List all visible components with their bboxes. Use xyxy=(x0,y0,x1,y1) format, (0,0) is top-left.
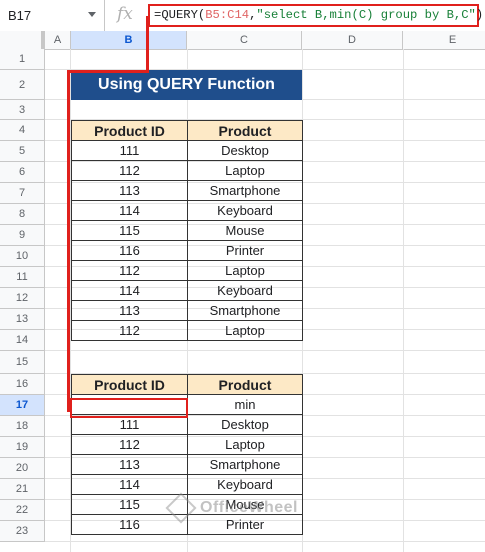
formula-range: B5:C14 xyxy=(205,8,250,22)
cell-product[interactable]: Keyboard xyxy=(187,474,303,495)
cell-product[interactable]: Smartphone xyxy=(187,454,303,475)
cell-product-id[interactable]: 112 xyxy=(71,260,188,281)
table-row: 112 Laptop xyxy=(71,320,303,341)
row-header-22[interactable]: 22 xyxy=(0,500,45,521)
cell-product-id[interactable]: 114 xyxy=(71,474,188,495)
table-row: 112 Laptop xyxy=(71,260,303,281)
grid-line xyxy=(45,541,485,542)
column-header-b[interactable]: B xyxy=(71,31,187,49)
cell-product-id[interactable]: 113 xyxy=(71,300,188,321)
cell-product-id[interactable]: 112 xyxy=(71,160,188,181)
name-box-value: B17 xyxy=(8,8,32,23)
column-header-c[interactable]: C xyxy=(187,31,302,49)
select-all-corner[interactable] xyxy=(0,31,45,49)
column-header-d[interactable]: D xyxy=(302,31,403,49)
cell-product[interactable]: Mouse xyxy=(187,220,303,241)
formula-suffix: ) xyxy=(475,8,484,22)
cell-product[interactable]: Laptop xyxy=(187,434,303,455)
table-header-product[interactable]: Product xyxy=(187,374,303,395)
cell-product-id[interactable]: 111 xyxy=(71,140,188,161)
cell-product-id[interactable]: 114 xyxy=(71,280,188,301)
cell-product[interactable]: Keyboard xyxy=(187,280,303,301)
annotation-arrow-line xyxy=(146,16,149,73)
officewheel-logo-icon xyxy=(165,492,197,524)
row-header-10[interactable]: 10 xyxy=(0,246,45,267)
cell-product[interactable]: min xyxy=(187,394,303,415)
row-header-1[interactable]: 1 xyxy=(0,49,45,70)
table-row: 113 Smartphone xyxy=(71,300,303,321)
formula-bar: B17 fx =QUERY(B5:C14,"select B,min(C) gr… xyxy=(0,0,485,32)
chevron-down-icon[interactable] xyxy=(88,12,96,17)
watermark: OfficeWheel xyxy=(165,492,298,524)
table-row: 112 Laptop xyxy=(71,434,303,455)
row-header-17[interactable]: 17 xyxy=(0,395,45,416)
table-row: 114 Keyboard xyxy=(71,200,303,221)
row-header-6[interactable]: 6 xyxy=(0,162,45,183)
grid-line xyxy=(45,350,485,351)
column-header-a[interactable]: A xyxy=(45,31,71,49)
table-row: 114 Keyboard xyxy=(71,474,303,495)
cell-product-id[interactable]: 113 xyxy=(71,454,188,475)
row-header-7[interactable]: 7 xyxy=(0,183,45,204)
row-header-5[interactable]: 5 xyxy=(0,141,45,162)
page-title: Using QUERY Function xyxy=(71,70,302,100)
row-header-2[interactable]: 2 xyxy=(0,70,45,100)
cell-product-id[interactable]: 114 xyxy=(71,200,188,221)
annotation-arrow-line xyxy=(67,70,70,412)
row-header-11[interactable]: 11 xyxy=(0,267,45,288)
formula-text: =QUERY(B5:C14,"select B,min(C) group by … xyxy=(154,8,483,22)
row-header-18[interactable]: 18 xyxy=(0,416,45,437)
row-header-9[interactable]: 9 xyxy=(0,225,45,246)
name-box[interactable]: B17 xyxy=(0,0,105,31)
formula-string: "select B,min(C) group by B,C" xyxy=(256,8,476,22)
column-header-e[interactable]: E xyxy=(403,31,485,49)
table-row: 113 Smartphone xyxy=(71,180,303,201)
cell-product-id[interactable]: 112 xyxy=(71,320,188,341)
cell-product[interactable]: Smartphone xyxy=(187,180,303,201)
source-table: Product ID Product 111 Desktop 112 Laptop 11… xyxy=(71,120,303,341)
row-header-15[interactable]: 15 xyxy=(0,351,45,374)
table-row: 114 Keyboard xyxy=(71,280,303,301)
selected-cell-b17[interactable] xyxy=(70,398,188,418)
formula-input[interactable]: =QUERY(B5:C14,"select B,min(C) group by … xyxy=(148,4,483,27)
row-header-19[interactable]: 19 xyxy=(0,437,45,458)
table-row: 115 Mouse xyxy=(71,220,303,241)
row-header-13[interactable]: 13 xyxy=(0,309,45,330)
cell-product-id[interactable]: 112 xyxy=(71,434,188,455)
table-row: 113 Smartphone xyxy=(71,454,303,475)
row-header-23[interactable]: 23 xyxy=(0,521,45,542)
cell-product[interactable]: Laptop xyxy=(187,260,303,281)
watermark-text: OfficeWheel xyxy=(200,499,298,516)
fx-icon: fx xyxy=(117,4,133,24)
cell-product[interactable]: Printer xyxy=(187,240,303,261)
table-header-product-id[interactable]: Product ID xyxy=(71,374,188,395)
cell-product[interactable]: Desktop xyxy=(187,140,303,161)
row-header-14[interactable]: 14 xyxy=(0,330,45,351)
annotation-arrow-line xyxy=(67,70,148,73)
cell-product[interactable]: Keyboard xyxy=(187,200,303,221)
cell-product-id[interactable]: 115 xyxy=(71,220,188,241)
table-row: 116 Printer xyxy=(71,240,303,261)
cell-product-id[interactable]: 113 xyxy=(71,180,188,201)
row-header-16[interactable]: 16 xyxy=(0,374,45,395)
row-header-21[interactable]: 21 xyxy=(0,479,45,500)
cell-product[interactable]: Desktop xyxy=(187,414,303,435)
cell-product[interactable]: Laptop xyxy=(187,160,303,181)
row-header-3[interactable]: 3 xyxy=(0,100,45,120)
column-headers: A B C D E xyxy=(0,31,485,50)
grid-line xyxy=(403,49,404,552)
row-header-8[interactable]: 8 xyxy=(0,204,45,225)
table-row: 112 Laptop xyxy=(71,160,303,181)
table-header-product-id[interactable]: Product ID xyxy=(71,120,188,141)
table-row: 111 Desktop xyxy=(71,140,303,161)
formula-prefix: =QUERY( xyxy=(154,8,206,22)
row-header-20[interactable]: 20 xyxy=(0,458,45,479)
table-header-product[interactable]: Product xyxy=(187,120,303,141)
cell-product[interactable]: Laptop xyxy=(187,320,303,341)
row-header-4[interactable]: 4 xyxy=(0,120,45,141)
cell-product[interactable]: Smartphone xyxy=(187,300,303,321)
cell-product-id[interactable]: 116 xyxy=(71,240,188,261)
row-header-12[interactable]: 12 xyxy=(0,288,45,309)
